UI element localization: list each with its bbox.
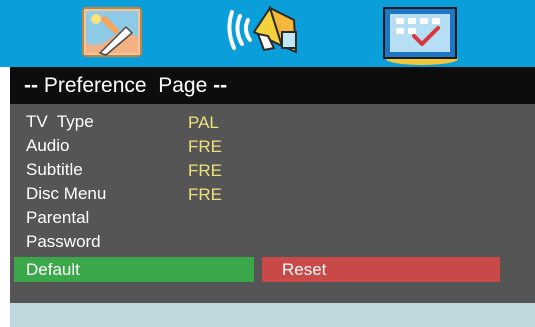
menu-item-label: Parental xyxy=(26,208,90,227)
menu-item-label: TV Type xyxy=(26,112,94,131)
preference-menu: TV Type PAL Audio FRE Subtitle FRE Disc … xyxy=(10,104,535,284)
menu-item-value: PAL xyxy=(188,113,219,132)
menu-item-label: Default xyxy=(26,260,80,279)
title-suffix: -- xyxy=(213,74,228,97)
page-title-bar: -- Preference Page -- xyxy=(10,67,535,104)
menu-item-default[interactable]: Default xyxy=(14,257,254,282)
menu-item-value: FRE xyxy=(188,137,222,156)
menu-item-value: FRE xyxy=(188,161,222,180)
menu-item-audio[interactable]: Audio FRE xyxy=(10,136,535,160)
footer-bar xyxy=(10,303,535,327)
reset-label: Reset xyxy=(282,260,327,279)
title-prefix: -- xyxy=(24,74,38,97)
page-title: -- Preference Page -- xyxy=(24,74,227,98)
menu-bottom-strip xyxy=(10,284,535,303)
setup-tabs-bar xyxy=(0,0,535,67)
audio-setup-icon[interactable] xyxy=(224,2,304,62)
menu-item-label: Subtitle xyxy=(26,160,83,179)
menu-item-disc-menu[interactable]: Disc Menu FRE xyxy=(10,184,535,208)
general-setup-icon[interactable] xyxy=(82,7,144,59)
menu-item-subtitle[interactable]: Subtitle FRE xyxy=(10,160,535,184)
menu-item-label: Disc Menu xyxy=(26,184,107,203)
menu-item-password[interactable]: Password xyxy=(10,232,535,256)
reset-option[interactable]: Reset xyxy=(262,257,500,282)
setup-screen: -- Preference Page -- TV Type PAL Audio … xyxy=(0,0,535,327)
preference-setup-icon[interactable] xyxy=(380,4,460,66)
menu-item-label: Password xyxy=(26,232,101,251)
menu-item-parental[interactable]: Parental xyxy=(10,208,535,232)
menu-item-label: Audio xyxy=(26,136,70,155)
menu-item-value: FRE xyxy=(188,185,222,204)
title-text: Preference Page xyxy=(43,74,208,97)
menu-item-tv-type[interactable]: TV Type PAL xyxy=(10,112,535,136)
